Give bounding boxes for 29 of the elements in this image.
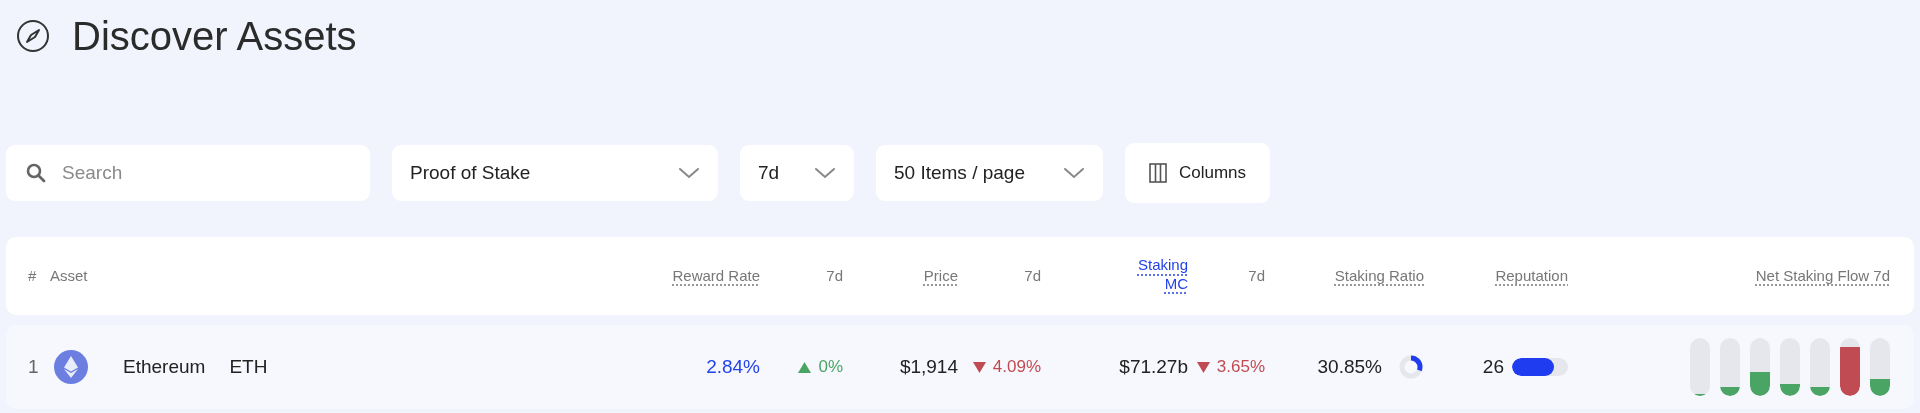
column-header: 7d <box>825 265 843 286</box>
dropdown[interactable]: Proof of Stake <box>392 145 718 201</box>
table-row[interactable]: 1 Ethereum ETH 2.84% 0% $1,914 4.09% $71.27b 3.65% 30.85% 26 <box>6 325 1914 409</box>
reward-rate-value: 2.84% <box>705 354 760 379</box>
sortable-column-header[interactable]: Reward Rate <box>610 264 760 288</box>
column-header: 7d <box>1247 265 1265 286</box>
change-value: 4.09% <box>958 354 1041 380</box>
dropdown[interactable]: 7d <box>740 145 854 201</box>
sortable-column-header[interactable]: Net Staking Flow 7d <box>1568 264 1898 288</box>
columns-button[interactable]: Columns <box>1125 143 1271 203</box>
search-field[interactable]: Search <box>6 145 370 201</box>
change-value: 3.65% <box>1188 354 1265 380</box>
dropdown[interactable]: 50 Items / page <box>876 145 1103 201</box>
rank-cell-text: 1 <box>28 354 40 379</box>
column-header: Asset <box>50 265 89 286</box>
asset-name[interactable]: Ethereum <box>123 352 206 382</box>
column-header: 7d <box>1023 265 1041 286</box>
page-title: Discover Assets <box>72 16 357 56</box>
column-header: # <box>28 265 38 286</box>
asset-symbol: ETH <box>229 354 268 379</box>
sortable-column-header[interactable]: Staking Ratio <box>1265 264 1424 288</box>
change-value: 0% <box>760 354 843 380</box>
staking-mc-value: $71.27b <box>1118 354 1188 379</box>
staking-ratio-value: 30.85% <box>1317 354 1382 379</box>
sortable-column-header[interactable]: Staking MC <box>1041 256 1188 296</box>
reputation-score: 26 <box>1482 354 1504 379</box>
sortable-column-header[interactable]: Reputation <box>1424 264 1568 288</box>
price-value: $1,914 <box>898 354 958 379</box>
sortable-column-header[interactable]: Price <box>843 264 958 288</box>
